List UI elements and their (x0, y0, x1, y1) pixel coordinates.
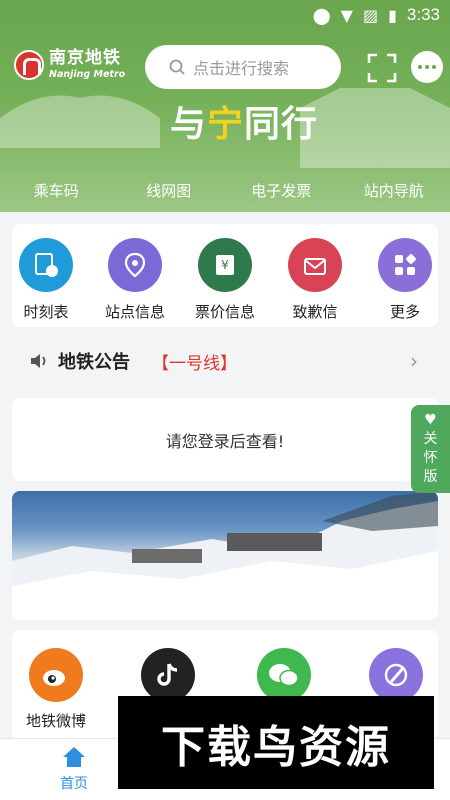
message-button[interactable] (411, 51, 443, 83)
snow-mountain-image (12, 491, 438, 620)
search-icon (169, 59, 185, 75)
app-logo: 南京地铁 Nanjing Metro (14, 50, 125, 80)
tiktok-icon (141, 648, 195, 702)
wifi-icon: ▼ (340, 5, 353, 25)
search-placeholder: 点击进行搜索 (193, 59, 290, 78)
tab-home[interactable]: 首页 (34, 745, 114, 793)
search-input[interactable]: 点击进行搜索 (145, 45, 341, 89)
metro-logo-icon (14, 50, 44, 80)
envelope-icon (288, 238, 342, 292)
chevron-right-icon: › (410, 349, 418, 373)
battery-icon: ▮ (388, 5, 397, 25)
social-weibo[interactable]: 地铁微博 (16, 648, 96, 731)
palette-icon (369, 648, 423, 702)
location-icon: ⬤ (312, 5, 331, 25)
care-mode-toggle[interactable]: ♥ 关怀版 (411, 405, 450, 493)
weibo-icon (29, 648, 83, 702)
service-apology-letter[interactable]: 致歉信 (275, 238, 355, 322)
heart-icon: ♥ (424, 412, 437, 428)
ticket-icon: ¥ (198, 238, 252, 292)
login-prompt: 请您登录后查看! (165, 431, 285, 451)
speaker-icon (31, 354, 46, 368)
login-prompt-card[interactable]: 请您登录后查看! (12, 398, 438, 481)
slogan: 与宁同行 (170, 104, 319, 145)
clock: 3:33 (406, 5, 440, 24)
grid-icon (378, 238, 432, 292)
timetable-icon (19, 238, 73, 292)
notice-title: 地铁公告 (58, 352, 130, 373)
notice-bar[interactable]: 地铁公告 【一号线】 › (28, 343, 428, 379)
sim-icon: ▨ (362, 5, 379, 25)
service-fare-info[interactable]: ¥ 票价信息 (185, 238, 265, 322)
service-more[interactable]: 更多 (365, 238, 445, 322)
svg-text:¥: ¥ (221, 258, 229, 272)
quick-network-map[interactable]: 线网图 (114, 180, 224, 201)
watermark: 下载鸟资源 (118, 696, 434, 789)
status-bar: ⬤ ▼ ▨ ▮ 3:33 (0, 0, 450, 32)
quick-station-nav[interactable]: 站内导航 (339, 180, 449, 201)
quick-actions: 乘车码 线网图 电子发票 站内导航 (0, 180, 450, 201)
quick-e-invoice[interactable]: 电子发票 (226, 180, 336, 201)
location-pin-icon (108, 238, 162, 292)
scan-icon[interactable] (367, 53, 397, 83)
logo-text: 南京地铁 (49, 48, 121, 69)
service-timetable[interactable]: 时刻表 (6, 238, 86, 322)
home-icon (63, 747, 85, 767)
logo-subtext: Nanjing Metro (49, 69, 126, 81)
quick-ride-code[interactable]: 乘车码 (1, 180, 111, 201)
care-mode-label: 关怀版 (423, 431, 438, 485)
banner-image[interactable] (12, 491, 438, 620)
service-grid: 时刻表 站点信息 ¥ 票价信息 致歉信 更多 (12, 224, 438, 327)
notice-line-tag: 【一号线】 (152, 353, 237, 374)
wechat-icon (257, 648, 311, 702)
service-station-info[interactable]: 站点信息 (95, 238, 175, 322)
